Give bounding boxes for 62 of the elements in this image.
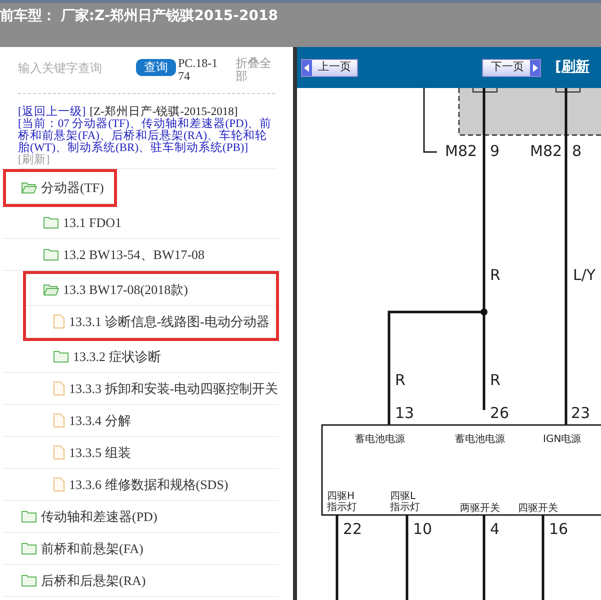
next-page-button[interactable]: 下一页 — [482, 58, 541, 76]
input-label: 蓄电池电源 — [455, 434, 505, 445]
code-label: PC.18-174 — [178, 57, 219, 83]
tree-item[interactable]: 13.2 BW13-54、BW17-08 — [43, 244, 205, 264]
search-field[interactable]: 输入关键字查询 — [18, 59, 128, 77]
search-button[interactable]: 查询 — [136, 59, 176, 76]
wire-color-label: R — [490, 371, 500, 389]
tree-item[interactable]: 传动轴和差速器(PD) — [21, 506, 158, 526]
open-folder-icon — [43, 283, 59, 296]
junction-dot — [480, 308, 488, 316]
folder-icon — [53, 350, 69, 363]
back-link[interactable]: [返回上一级] — [18, 106, 86, 118]
connector-label: M82 — [445, 142, 478, 160]
document-icon — [53, 381, 65, 396]
tree-item[interactable]: 13.3.1 诊断信息-线路图-电动分动器 — [53, 312, 270, 332]
connector-terminal — [472, 88, 498, 92]
tree-item[interactable]: 13.3.6 维修数据和规格(SDS) — [53, 474, 228, 494]
refresh-link[interactable]: [刷新 — [555, 57, 590, 78]
document-icon — [53, 477, 65, 492]
output-label: 四驱开关 — [518, 503, 558, 514]
wire-color-label: L/Y — [573, 266, 596, 284]
pin-number: 4 — [490, 520, 500, 538]
folder-icon — [21, 574, 37, 587]
model-label: [Z-郑州日产-锐骐-2015-2018] — [90, 106, 238, 118]
pin-number: 16 — [549, 520, 568, 538]
tree-item[interactable]: 前桥和前悬架(FA) — [21, 538, 144, 558]
pin-number: 26 — [490, 404, 510, 422]
connector-label: 8 — [572, 142, 582, 160]
pin-number: 22 — [343, 520, 362, 538]
folder-icon — [21, 542, 37, 555]
previous-page-button[interactable]: 上一页 — [301, 58, 358, 76]
tree-item[interactable]: 13.3 BW17-08(2018款) — [43, 280, 188, 300]
current-path-link[interactable]: [当前：07 分动器(TF)、传动轴和差速器(PD)、前桥和前悬架(FA)、后桥和后悬架(RA)、车轮和轮胎(WT)、制动系统(BR)、驻车制动系统(PB)] — [18, 118, 275, 154]
wire-color-label: R — [395, 371, 406, 389]
tree-item[interactable]: 13.3.3 拆卸和安装-电动四驱控制开关 — [53, 378, 278, 398]
tree-item[interactable]: 13.3.5 组装 — [53, 442, 131, 462]
pin-number: 10 — [413, 520, 432, 538]
output-label: 四驱H 指示灯 — [327, 491, 357, 513]
connector-label: M82 — [530, 142, 562, 160]
document-icon — [53, 413, 65, 428]
input-label: 蓄电池电源 — [355, 434, 405, 445]
folder-icon — [21, 510, 37, 523]
folder-icon — [43, 216, 59, 229]
pin-number: 23 — [571, 404, 590, 422]
connector-label: 9 — [490, 142, 500, 160]
output-label: 四驱L 指示灯 — [390, 491, 420, 513]
tree-item[interactable]: 分动器(TF) — [21, 178, 104, 198]
document-icon — [53, 314, 65, 329]
header-title: 前车型： 厂家:Z-郑州日产锐骐2015-2018 — [0, 6, 278, 26]
pin-number: 13 — [395, 404, 414, 422]
input-label: IGN电源 — [543, 434, 582, 445]
output-label: 两驱开关 — [460, 503, 500, 514]
wire — [423, 88, 437, 153]
document-icon — [53, 445, 65, 460]
wire-color-label: R — [490, 266, 500, 284]
tree-item[interactable]: 13.3.4 分解 — [53, 410, 131, 430]
folder-icon — [43, 248, 59, 261]
tree-item[interactable]: 后桥和后悬架(RA) — [21, 570, 146, 590]
connector-terminal — [556, 88, 580, 92]
tree-item[interactable]: 13.3.2 症状诊断 — [53, 346, 161, 366]
tree-item[interactable]: 13.1 FDO1 — [43, 212, 122, 232]
open-folder-icon — [21, 181, 37, 194]
